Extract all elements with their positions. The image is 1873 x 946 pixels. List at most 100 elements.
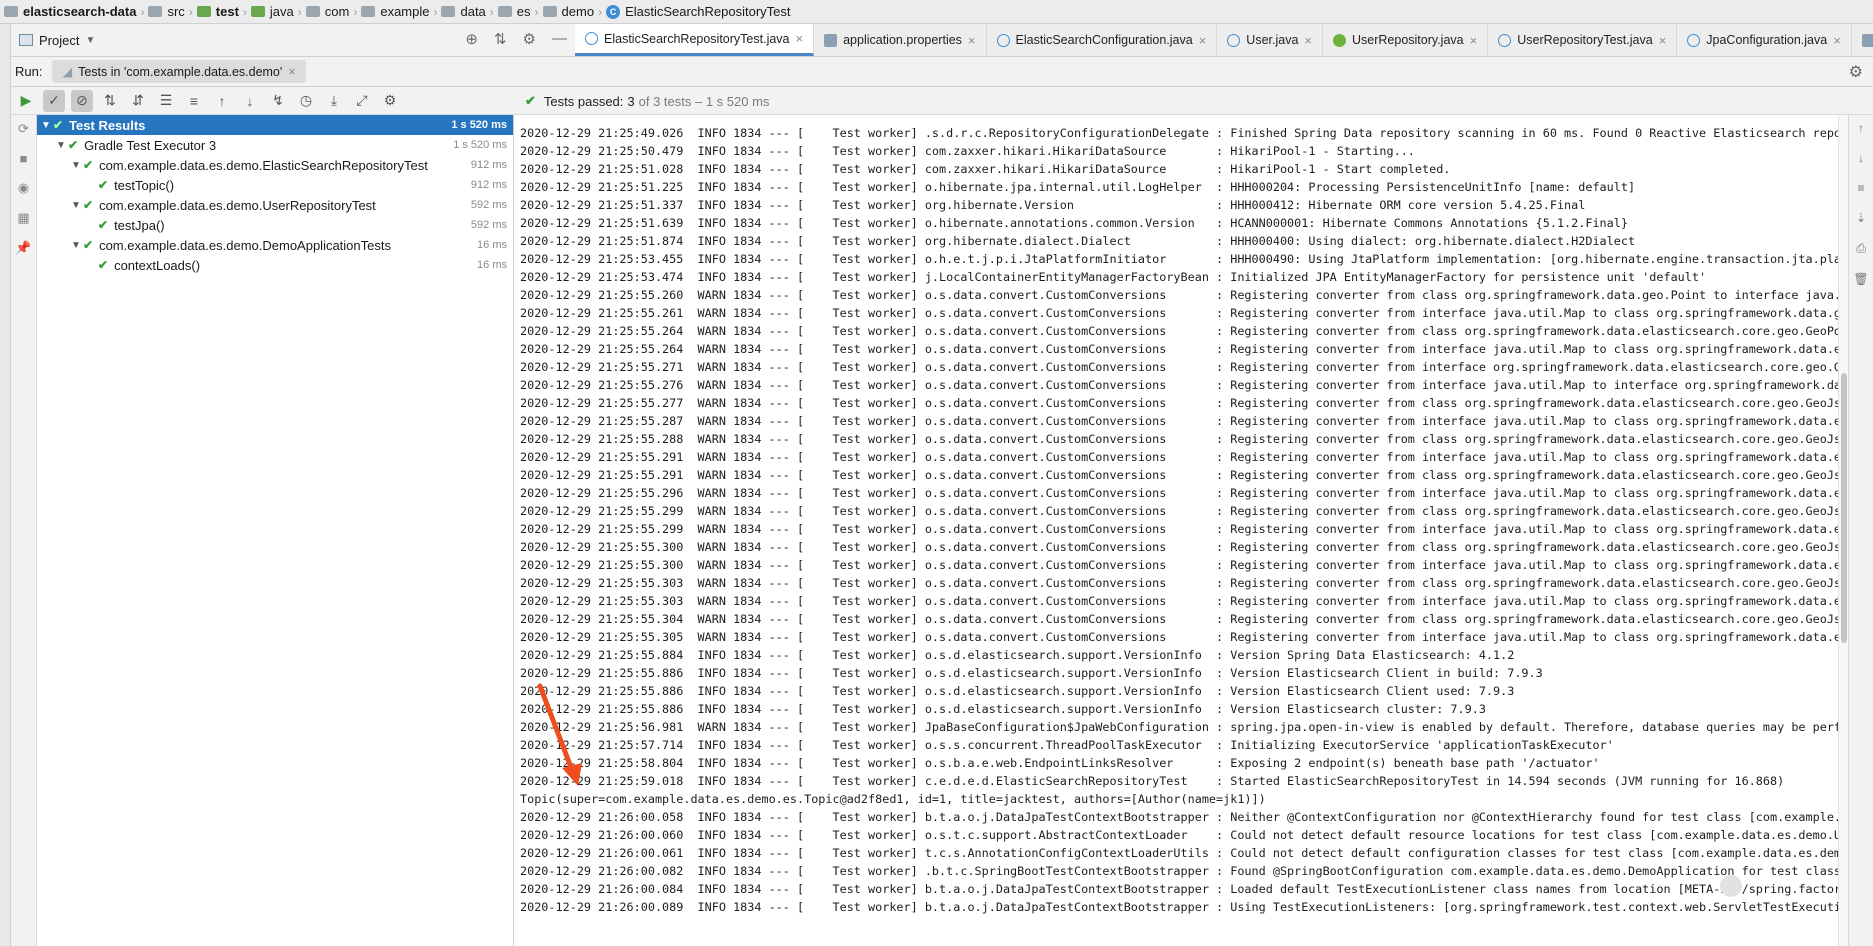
gear-icon[interactable]: ⚙: [1849, 62, 1863, 82]
tree-row[interactable]: ▼ ✔ com.example.data.es.demo.ElasticSearch…: [37, 155, 513, 175]
log-line: 2020-12-29 21:25:58.804 INFO 1834 --- [ …: [520, 756, 1600, 770]
close-icon[interactable]: ×: [796, 31, 804, 46]
breadcrumb-item[interactable]: test: [196, 4, 239, 19]
log-line: 2020-12-29 21:25:55.303 WARN 1834 --- [ …: [520, 594, 1848, 608]
import-tests-icon[interactable]: ↯: [267, 90, 289, 112]
console-output[interactable]: 2020-12-29 21:25:49.026 INFO 1834 --- [ …: [514, 115, 1848, 946]
close-icon[interactable]: ×: [968, 33, 976, 48]
expand-arrow-icon[interactable]: ▼: [69, 200, 83, 211]
status-count: 3: [627, 93, 635, 109]
log-line: 2020-12-29 21:25:55.288 WARN 1834 --- [ …: [520, 432, 1848, 446]
chevron-right-icon: ›: [598, 4, 603, 19]
log-line: 2020-12-29 21:26:00.058 INFO 1834 --- [ …: [520, 810, 1848, 824]
editor-tab[interactable]: build.gradle×: [1852, 24, 1873, 56]
breadcrumb-item[interactable]: demo: [542, 4, 594, 19]
run-tab[interactable]: ◢ Tests in 'com.example.data.es.demo' ×: [52, 60, 306, 83]
console-scrollbar[interactable]: [1838, 115, 1848, 946]
export-icon[interactable]: ⤓: [323, 90, 345, 112]
soft-wrap-icon[interactable]: ≡: [1857, 181, 1864, 195]
status-prefix: Tests passed:: [543, 93, 624, 109]
editor-tab[interactable]: ElasticSearchConfiguration.java ×: [987, 24, 1218, 56]
log-line: 2020-12-29 21:25:59.018 INFO 1834 --- [ …: [520, 774, 1785, 788]
gear-icon[interactable]: ⚙: [523, 30, 536, 48]
console-side-toolbar: ↑ ↓ ≡ ⇣ ⎙ 🗑: [1848, 115, 1873, 946]
class-icon: [1687, 33, 1701, 47]
scroll-to-end-icon[interactable]: ⇣: [1856, 211, 1866, 225]
project-view-selector[interactable]: Project: [39, 33, 79, 48]
log-line: 2020-12-29 21:25:55.299 WARN 1834 --- [ …: [520, 504, 1848, 518]
gear-icon[interactable]: ⚙: [379, 90, 401, 112]
hide-icon[interactable]: —: [552, 30, 567, 48]
show-passed-icon[interactable]: ✓: [43, 89, 65, 112]
sort-alpha-icon[interactable]: ⇅: [99, 90, 121, 112]
log-line: 2020-12-29 21:25:55.886 INFO 1834 --- [ …: [520, 684, 1515, 698]
rerun-icon[interactable]: ▶: [15, 90, 37, 112]
close-icon[interactable]: ×: [288, 65, 295, 79]
editor-tab[interactable]: application.properties ×: [814, 24, 987, 56]
editor-tab-label: JpaConfiguration.java: [1706, 33, 1828, 47]
tree-row[interactable]: ▼ ✔ com.example.data.es.demo.DemoApplicati…: [37, 235, 513, 255]
tree-row-label: testJpa(): [114, 217, 165, 233]
close-icon[interactable]: ×: [1470, 33, 1478, 48]
restart-icon[interactable]: ⟳: [18, 121, 29, 137]
sort-duration-icon[interactable]: ⇵: [127, 90, 149, 112]
breadcrumb-item[interactable]: data: [441, 4, 486, 19]
tree-row[interactable]: ▼ ✔ Test Results 1 s 520 ms: [37, 115, 513, 135]
close-icon[interactable]: ×: [1199, 33, 1207, 48]
expand-all-icon[interactable]: ☰: [155, 90, 177, 112]
package-icon: [441, 6, 456, 17]
ide-window: elasticsearch-data › src › test › java › com…: [0, 0, 1873, 946]
breadcrumb-item[interactable]: es: [497, 4, 531, 19]
breadcrumb-item[interactable]: C ElasticSearchRepositoryTest: [606, 4, 791, 19]
close-icon[interactable]: ×: [1833, 33, 1841, 48]
gradle-icon: ◢: [62, 65, 73, 79]
package-icon: [497, 6, 512, 17]
tree-row[interactable]: ✔ testTopic() 912 ms: [37, 175, 513, 195]
previous-failed-icon[interactable]: ↑: [211, 90, 233, 112]
editor-tab[interactable]: JpaConfiguration.java ×: [1677, 24, 1852, 56]
close-icon[interactable]: ×: [1304, 33, 1312, 48]
close-icon[interactable]: ×: [1659, 33, 1667, 48]
breadcrumb-item[interactable]: example: [361, 4, 429, 19]
breadcrumb-item[interactable]: src: [148, 4, 185, 19]
breadcrumb-item[interactable]: java: [250, 4, 294, 19]
editor-tab[interactable]: UserRepository.java ×: [1323, 24, 1489, 56]
down-icon[interactable]: ↓: [1858, 151, 1864, 165]
tree-row-label: Test Results: [69, 117, 146, 133]
pin-icon[interactable]: 📌: [15, 240, 31, 256]
chevron-down-icon[interactable]: ▼: [85, 35, 95, 46]
breadcrumb-item[interactable]: com: [305, 4, 349, 19]
collapse-all-icon[interactable]: ⇅: [494, 30, 507, 48]
expand-arrow-icon[interactable]: ▼: [39, 120, 53, 131]
next-failed-icon[interactable]: ↓: [239, 90, 261, 112]
breadcrumb-item[interactable]: elasticsearch-data: [4, 4, 136, 19]
editor-tab[interactable]: UserRepositoryTest.java ×: [1488, 24, 1678, 56]
trash-icon[interactable]: 🗑: [1853, 272, 1868, 286]
chevron-right-icon: ›: [489, 4, 494, 19]
stop-icon[interactable]: ■: [20, 151, 28, 166]
editor-tab[interactable]: ElasticSearchRepositoryTest.java ×: [575, 24, 815, 56]
up-icon[interactable]: ↑: [1858, 121, 1864, 135]
log-line: 2020-12-29 21:25:55.300 WARN 1834 --- [ …: [520, 540, 1848, 554]
project-icon: [19, 34, 33, 46]
collapse-all-icon[interactable]: ≡: [183, 90, 205, 112]
history-icon[interactable]: ◷: [295, 90, 317, 112]
tree-row[interactable]: ▼ ✔ com.example.data.es.demo.UserRepositor…: [37, 195, 513, 215]
show-ignored-icon[interactable]: ⊘: [71, 89, 93, 112]
expand-arrow-icon[interactable]: ▼: [54, 140, 68, 151]
open-external-icon[interactable]: ⤢: [351, 90, 373, 112]
print-icon[interactable]: ⎙: [1856, 241, 1866, 256]
expand-arrow-icon[interactable]: ▼: [69, 240, 83, 251]
chevron-right-icon: ›: [188, 4, 193, 19]
expand-arrow-icon[interactable]: ▼: [69, 160, 83, 171]
tree-row[interactable]: ✔ testJpa() 592 ms: [37, 215, 513, 235]
log-line: 2020-12-29 21:25:55.291 WARN 1834 --- [ …: [520, 450, 1848, 464]
check-icon: ✔: [525, 93, 536, 108]
tree-row[interactable]: ✔ contextLoads() 16 ms: [37, 255, 513, 275]
eye-icon[interactable]: ◉: [18, 180, 29, 196]
locate-icon[interactable]: ⊕: [465, 30, 478, 48]
tree-row[interactable]: ▼ ✔ Gradle Test Executor 3 1 s 520 ms: [37, 135, 513, 155]
scroll-thumb[interactable]: [1841, 373, 1847, 643]
editor-tab[interactable]: User.java ×: [1217, 24, 1323, 56]
layout-icon[interactable]: ▦: [17, 210, 29, 226]
